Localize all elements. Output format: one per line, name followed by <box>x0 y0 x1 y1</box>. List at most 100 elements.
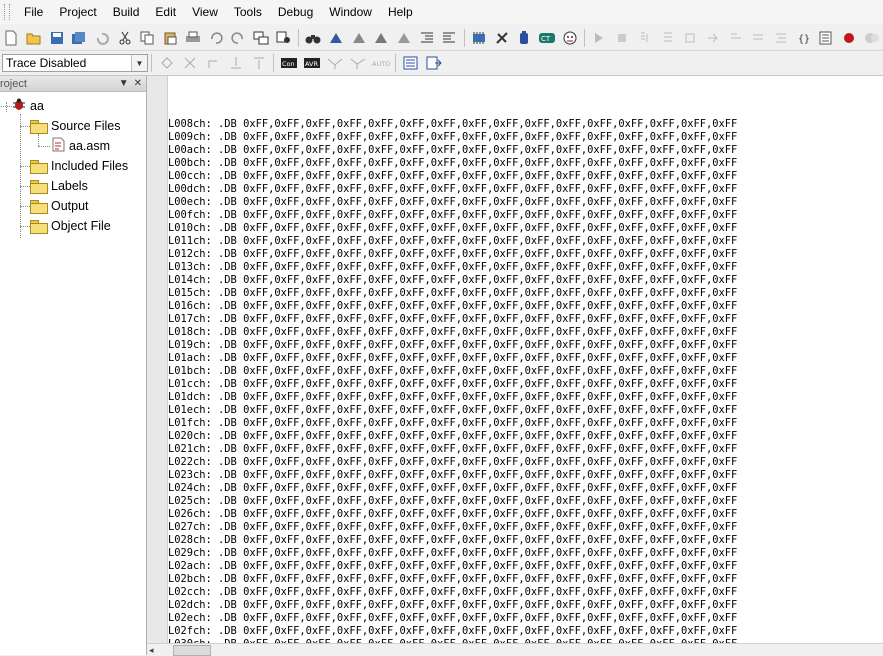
new-file-icon[interactable] <box>2 29 21 47</box>
menu-help[interactable]: Help <box>380 0 421 24</box>
menu-edit[interactable]: Edit <box>147 0 184 24</box>
code-line[interactable]: L025ch: .DB 0xFF,0xFF,0xFF,0xFF,0xFF,0xF… <box>168 495 880 508</box>
ct-icon[interactable]: CT <box>538 29 557 47</box>
tree-item-output[interactable]: Output <box>0 196 146 216</box>
code-line[interactable]: L01bch: .DB 0xFF,0xFF,0xFF,0xFF,0xFF,0xF… <box>168 365 880 378</box>
watch-list-icon[interactable] <box>817 29 836 47</box>
code-line[interactable]: L00cch: .DB 0xFF,0xFF,0xFF,0xFF,0xFF,0xF… <box>168 170 880 183</box>
menu-tools[interactable]: Tools <box>226 0 270 24</box>
trace-up-icon[interactable] <box>249 54 268 72</box>
paste-icon[interactable] <box>161 29 180 47</box>
copy-icon[interactable] <box>138 29 157 47</box>
find-in-files-icon[interactable] <box>274 29 293 47</box>
menu-file[interactable]: File <box>16 0 51 24</box>
code-text[interactable]: L008ch: .DB 0xFF,0xFF,0xFF,0xFF,0xFF,0xF… <box>168 118 880 643</box>
save-all-icon[interactable] <box>70 29 89 47</box>
tools-icon[interactable] <box>492 29 511 47</box>
breakpoint-list-icon[interactable] <box>772 29 791 47</box>
print-icon[interactable] <box>184 29 203 47</box>
avr-icon[interactable]: AVR <box>302 54 321 72</box>
menu-build[interactable]: Build <box>105 0 148 24</box>
code-line[interactable]: L02ech: .DB 0xFF,0xFF,0xFF,0xFF,0xFF,0xF… <box>168 612 880 625</box>
code-line[interactable]: L012ch: .DB 0xFF,0xFF,0xFF,0xFF,0xFF,0xF… <box>168 248 880 261</box>
code-line[interactable]: L015ch: .DB 0xFF,0xFF,0xFF,0xFF,0xFF,0xF… <box>168 287 880 300</box>
redo-icon[interactable] <box>229 29 248 47</box>
menu-view[interactable]: View <box>184 0 226 24</box>
menu-project[interactable]: Project <box>51 0 104 24</box>
code-line[interactable]: L018ch: .DB 0xFF,0xFF,0xFF,0xFF,0xFF,0xF… <box>168 326 880 339</box>
editor-gutter[interactable] <box>147 76 168 643</box>
code-line[interactable]: L00fch: .DB 0xFF,0xFF,0xFF,0xFF,0xFF,0xF… <box>168 209 880 222</box>
code-line[interactable]: L010ch: .DB 0xFF,0xFF,0xFF,0xFF,0xFF,0xF… <box>168 222 880 235</box>
code-line[interactable]: L00dch: .DB 0xFF,0xFF,0xFF,0xFF,0xFF,0xF… <box>168 183 880 196</box>
menu-debug[interactable]: Debug <box>270 0 321 24</box>
run-to-cursor-icon[interactable] <box>704 29 723 47</box>
code-line[interactable]: L02cch: .DB 0xFF,0xFF,0xFF,0xFF,0xFF,0xF… <box>168 586 880 599</box>
outdent-icon[interactable] <box>440 29 459 47</box>
step-out-icon[interactable] <box>681 29 700 47</box>
code-line[interactable]: L00ech: .DB 0xFF,0xFF,0xFF,0xFF,0xFF,0xF… <box>168 196 880 209</box>
code-line[interactable]: L022ch: .DB 0xFF,0xFF,0xFF,0xFF,0xFF,0xF… <box>168 456 880 469</box>
code-line[interactable]: L029ch: .DB 0xFF,0xFF,0xFF,0xFF,0xFF,0xF… <box>168 547 880 560</box>
code-line[interactable]: L021ch: .DB 0xFF,0xFF,0xFF,0xFF,0xFF,0xF… <box>168 443 880 456</box>
code-line[interactable]: L00bch: .DB 0xFF,0xFF,0xFF,0xFF,0xFF,0xF… <box>168 157 880 170</box>
code-line[interactable]: L028ch: .DB 0xFF,0xFF,0xFF,0xFF,0xFF,0xF… <box>168 534 880 547</box>
code-line[interactable]: L01dch: .DB 0xFF,0xFF,0xFF,0xFF,0xFF,0xF… <box>168 391 880 404</box>
auto-icon[interactable]: AUTO <box>371 54 390 72</box>
code-line[interactable]: L01cch: .DB 0xFF,0xFF,0xFF,0xFF,0xFF,0xF… <box>168 378 880 391</box>
code-line[interactable]: L017ch: .DB 0xFF,0xFF,0xFF,0xFF,0xFF,0xF… <box>168 313 880 326</box>
code-line[interactable]: L016ch: .DB 0xFF,0xFF,0xFF,0xFF,0xFF,0xF… <box>168 300 880 313</box>
scroll-left-icon[interactable]: ◂ <box>149 645 154 656</box>
tree-item-included-files[interactable]: Included Files <box>0 156 146 176</box>
run-icon[interactable] <box>590 29 609 47</box>
tree-item-source-files[interactable]: Source Files <box>0 116 146 136</box>
io-view-icon[interactable] <box>424 54 443 72</box>
con-icon[interactable]: Con <box>279 54 298 72</box>
branch-icon[interactable] <box>348 54 367 72</box>
code-line[interactable]: L014ch: .DB 0xFF,0xFF,0xFF,0xFF,0xFF,0xF… <box>168 274 880 287</box>
windows-icon[interactable] <box>252 29 271 47</box>
step-into-icon[interactable] <box>636 29 655 47</box>
scrollbar-thumb[interactable] <box>173 645 211 656</box>
save-icon[interactable] <box>47 29 66 47</box>
find-previous-icon[interactable] <box>395 29 414 47</box>
find-icon[interactable] <box>327 29 346 47</box>
tree-item-object-file[interactable]: Object File <box>0 216 146 236</box>
code-line[interactable]: L011ch: .DB 0xFF,0xFF,0xFF,0xFF,0xFF,0xF… <box>168 235 880 248</box>
panel-dropdown-icon[interactable]: ▼ <box>119 78 129 89</box>
tree-item-labels[interactable]: Labels <box>0 176 146 196</box>
reset-icon[interactable] <box>749 29 768 47</box>
tree-item-aa-asm[interactable]: aa.asm <box>0 136 146 156</box>
code-line[interactable]: L00ach: .DB 0xFF,0xFF,0xFF,0xFF,0xFF,0xF… <box>168 144 880 157</box>
code-line[interactable]: L02fch: .DB 0xFF,0xFF,0xFF,0xFF,0xFF,0xF… <box>168 625 880 638</box>
step-over-icon[interactable] <box>658 29 677 47</box>
indent-icon[interactable] <box>417 29 436 47</box>
code-line[interactable]: L019ch: .DB 0xFF,0xFF,0xFF,0xFF,0xFF,0xF… <box>168 339 880 352</box>
code-line[interactable]: L01ach: .DB 0xFF,0xFF,0xFF,0xFF,0xFF,0xF… <box>168 352 880 365</box>
code-line[interactable]: L02bch: .DB 0xFF,0xFF,0xFF,0xFF,0xFF,0xF… <box>168 573 880 586</box>
code-line[interactable]: L02ach: .DB 0xFF,0xFF,0xFF,0xFF,0xFF,0xF… <box>168 560 880 573</box>
memory-view-icon[interactable] <box>401 54 420 72</box>
code-line[interactable]: L026ch: .DB 0xFF,0xFF,0xFF,0xFF,0xFF,0xF… <box>168 508 880 521</box>
code-line[interactable]: L01fch: .DB 0xFF,0xFF,0xFF,0xFF,0xFF,0xF… <box>168 417 880 430</box>
code-line[interactable]: L008ch: .DB 0xFF,0xFF,0xFF,0xFF,0xFF,0xF… <box>168 118 880 131</box>
code-line[interactable]: L023ch: .DB 0xFF,0xFF,0xFF,0xFF,0xFF,0xF… <box>168 469 880 482</box>
open-folder-icon[interactable] <box>25 29 44 47</box>
find-next-icon[interactable] <box>372 29 391 47</box>
code-line[interactable]: L024ch: .DB 0xFF,0xFF,0xFF,0xFF,0xFF,0xF… <box>168 482 880 495</box>
chevron-down-icon[interactable]: ▼ <box>131 55 147 71</box>
trace-into-icon[interactable] <box>157 54 176 72</box>
code-editor[interactable]: L008ch: .DB 0xFF,0xFF,0xFF,0xFF,0xFF,0xF… <box>147 76 883 643</box>
menu-grip[interactable] <box>4 4 10 20</box>
trace-mode-select[interactable]: Trace Disabled ▼ <box>2 54 148 72</box>
debug-face-icon[interactable] <box>560 29 579 47</box>
trace-over-icon[interactable] <box>180 54 199 72</box>
trace-out-icon[interactable] <box>203 54 222 72</box>
cut-icon[interactable] <box>115 29 134 47</box>
animate-icon[interactable] <box>726 29 745 47</box>
trace-step-icon[interactable] <box>226 54 245 72</box>
code-line[interactable]: L01ech: .DB 0xFF,0xFF,0xFF,0xFF,0xFF,0xF… <box>168 404 880 417</box>
code-line[interactable]: L027ch: .DB 0xFF,0xFF,0xFF,0xFF,0xFF,0xF… <box>168 521 880 534</box>
code-line[interactable]: L013ch: .DB 0xFF,0xFF,0xFF,0xFF,0xFF,0xF… <box>168 261 880 274</box>
signal-icon[interactable] <box>325 54 344 72</box>
